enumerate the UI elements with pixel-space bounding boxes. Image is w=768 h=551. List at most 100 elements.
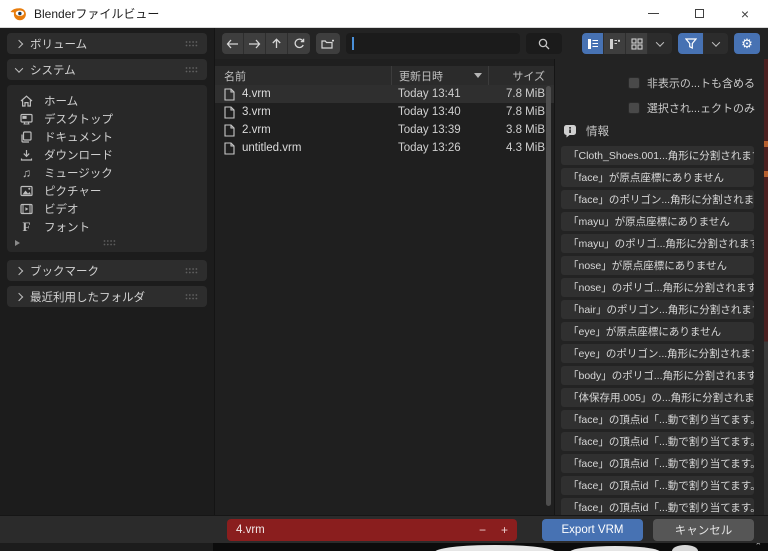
grip-icon[interactable] — [185, 268, 198, 274]
back-button[interactable] — [222, 33, 244, 54]
sidebar-item-label: ミュージック — [44, 165, 113, 181]
option-include-hidden[interactable]: 非表示の...トも含める — [561, 73, 758, 92]
file-name: untitled.vrm — [242, 142, 301, 154]
minimize-button[interactable] — [630, 0, 676, 27]
sidebar-item-fonts[interactable]: F フォント — [7, 218, 207, 236]
info-message-list: 「Cloth_Shoes.001...角形に分割されます。 「face」が原点座… — [561, 146, 758, 515]
refresh-button[interactable] — [288, 33, 310, 54]
grip-icon[interactable] — [185, 41, 198, 47]
file-size: 4.3 MiB — [488, 139, 554, 157]
filter-toggle-button[interactable] — [678, 33, 704, 54]
file-name: 4.vrm — [242, 88, 271, 100]
file-list-scrollbar[interactable] — [546, 86, 551, 506]
horizontal-list-icon — [609, 38, 621, 50]
file-modified: Today 13:40 — [391, 103, 488, 121]
file-row[interactable]: 2.vrm Today 13:39 3.8 MiB — [215, 121, 554, 139]
filename-increment-button[interactable]: + — [501, 523, 508, 537]
maximize-icon — [695, 9, 704, 18]
pictures-icon — [19, 185, 34, 197]
sidebar-section-volumes[interactable]: ボリューム — [7, 33, 207, 54]
back-arrow-icon — [226, 39, 239, 49]
column-header-modified[interactable]: 更新日時 — [391, 66, 488, 85]
filter-settings-dropdown[interactable] — [704, 33, 728, 54]
sidebar-section-recent-folders[interactable]: 最近利用したフォルダ — [7, 286, 207, 307]
vertical-list-icon — [587, 38, 599, 50]
blender-logo-icon — [9, 6, 27, 21]
maximize-button[interactable] — [676, 0, 722, 27]
info-message: 「eye」が原点座標にありません — [561, 322, 754, 341]
sidebar-item-pictures[interactable]: ピクチャー — [7, 182, 207, 200]
forward-button[interactable] — [244, 33, 266, 54]
filename-input[interactable]: 4.vrm − + — [227, 519, 517, 541]
create-new-directory-button[interactable] — [316, 33, 340, 54]
info-message: 「eye」のポリゴン...角形に分割されます。 — [561, 344, 754, 363]
file-icon — [224, 142, 235, 155]
sidebar: ボリューム システム ホーム — [0, 28, 215, 515]
info-message: 「face」の頂点id「...動で割り当てます。 — [561, 476, 754, 495]
file-modified: Today 13:41 — [391, 85, 488, 103]
checkbox-icon[interactable] — [628, 77, 640, 89]
chevron-up-icon: ⌃ — [754, 543, 762, 551]
expand-triangle-icon[interactable] — [15, 240, 20, 246]
sidebar-item-label: ホーム — [44, 93, 78, 109]
display-mode-vertical-list-button[interactable] — [582, 33, 604, 54]
sidebar-item-home[interactable]: ホーム — [7, 92, 207, 110]
sidebar-section-bookmarks[interactable]: ブックマーク — [7, 260, 207, 281]
search-input[interactable] — [526, 33, 562, 54]
background-window-strip: ⌃ — [0, 543, 768, 551]
video-icon — [19, 203, 34, 215]
sidebar-item-downloads[interactable]: ダウンロード — [7, 146, 207, 164]
checkbox-label: 選択され...ェクトのみ — [647, 100, 755, 116]
background-window-artifact — [764, 141, 768, 147]
sidebar-item-desktop[interactable]: デスクトップ — [7, 110, 207, 128]
display-settings-dropdown[interactable] — [648, 33, 672, 54]
sidebar-item-documents[interactable]: ドキュメント — [7, 128, 207, 146]
file-row[interactable]: untitled.vrm Today 13:26 4.3 MiB — [215, 139, 554, 157]
filename-decrement-button[interactable]: − — [479, 523, 486, 537]
section-label: ボリューム — [30, 36, 87, 52]
info-message: 「体保存用.005」の...角形に分割されます。 — [561, 388, 754, 407]
file-icon — [224, 124, 235, 137]
chevron-right-icon — [15, 266, 23, 274]
window-titlebar: Blenderファイルビュー × — [0, 0, 768, 28]
file-browser-toolbar: ⚙ — [215, 28, 768, 59]
file-icon — [224, 106, 235, 119]
info-title: 情報 — [586, 123, 609, 139]
directory-path-input[interactable] — [346, 33, 520, 54]
file-row[interactable]: 3.vrm Today 13:40 7.8 MiB — [215, 103, 554, 121]
column-header-name[interactable]: 名前 — [215, 68, 391, 84]
chevron-down-icon — [656, 38, 664, 46]
sidebar-section-system[interactable]: システム — [7, 59, 207, 80]
grip-icon[interactable] — [185, 67, 198, 73]
file-size: 7.8 MiB — [488, 103, 554, 121]
chevron-right-icon — [15, 39, 23, 47]
option-selected-only[interactable]: 選択され...ェクトのみ — [561, 98, 758, 117]
sidebar-item-label: ダウンロード — [44, 147, 113, 163]
font-icon: F — [19, 219, 34, 235]
checkbox-icon[interactable] — [628, 102, 640, 114]
display-mode-thumbnails-button[interactable] — [626, 33, 648, 54]
chevron-down-icon — [15, 64, 23, 72]
column-header-size[interactable]: サイズ — [488, 66, 554, 85]
file-row[interactable]: 4.vrm Today 13:41 7.8 MiB — [215, 85, 554, 103]
chevron-down-icon — [712, 38, 720, 46]
info-message: 「face」の頂点id「...動で割り当てます。 — [561, 432, 754, 451]
sidebar-item-video[interactable]: ビデオ — [7, 200, 207, 218]
info-message: 「face」の頂点id「...動で割り当てます。 — [561, 410, 754, 429]
operator-settings-button[interactable]: ⚙ — [734, 33, 760, 54]
cancel-button[interactable]: キャンセル — [653, 519, 754, 541]
grip-icon[interactable] — [103, 240, 116, 246]
text-caret — [352, 37, 354, 50]
display-mode-horizontal-list-button[interactable] — [604, 33, 626, 54]
grip-icon[interactable] — [185, 294, 198, 300]
section-label: システム — [30, 62, 76, 78]
file-size: 3.8 MiB — [488, 121, 554, 139]
sidebar-item-music[interactable]: ♫ ミュージック — [7, 164, 207, 182]
desktop-icon — [19, 113, 34, 125]
file-name: 2.vrm — [242, 124, 271, 136]
close-button[interactable]: × — [722, 0, 768, 27]
info-message: 「body」のポリゴ...角形に分割されます。 — [561, 366, 754, 385]
info-message: 「hair」のポリゴン...角形に分割されます。 — [561, 300, 754, 319]
export-vrm-button[interactable]: Export VRM — [542, 519, 643, 541]
parent-directory-button[interactable] — [266, 33, 288, 54]
